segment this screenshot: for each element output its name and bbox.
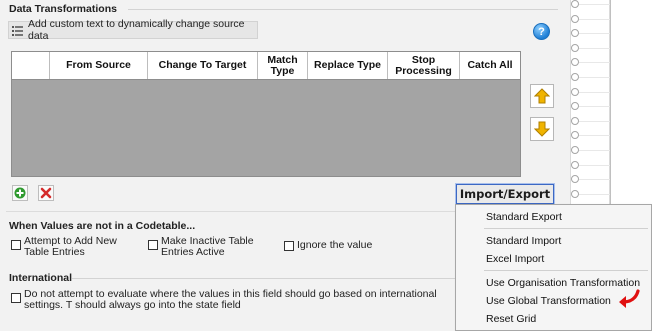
ignore-value-label: Ignore the value	[297, 239, 373, 251]
rail-line	[579, 4, 611, 5]
rail-line	[579, 62, 611, 64]
checkbox-box[interactable]	[11, 240, 21, 250]
rail-node[interactable]	[571, 131, 579, 140]
rail-node[interactable]	[571, 87, 579, 96]
international-title: International	[9, 272, 73, 284]
make-inactive-active-label: Make Inactive Table Entries Active	[161, 235, 254, 258]
make-inactive-active-checkbox[interactable]: Make Inactive Table Entries Active	[148, 236, 268, 258]
move-down-button[interactable]	[530, 117, 554, 141]
international-label: Do not attempt to evaluate where the val…	[24, 288, 437, 311]
delete-row-button[interactable]	[38, 185, 54, 201]
help-icon[interactable]: ?	[533, 23, 550, 40]
grid-header-change-to-target[interactable]: Change To Target	[148, 52, 258, 79]
international-checkbox[interactable]: Do not attempt to evaluate where the val…	[11, 289, 455, 311]
import-export-button[interactable]: Import/Export	[455, 183, 555, 205]
rail-node[interactable]	[571, 175, 579, 184]
import-export-menu: Standard Export Standard Import Excel Im…	[455, 204, 652, 331]
add-icon	[14, 187, 26, 199]
rail-node[interactable]	[571, 116, 579, 125]
rail-line	[579, 193, 611, 195]
rail-line	[579, 47, 611, 49]
rail-line	[579, 18, 611, 20]
rail-line	[579, 150, 611, 151]
section-divider	[72, 278, 456, 279]
grid-header-replace-type[interactable]: Replace Type	[308, 52, 388, 79]
rail-line	[579, 91, 611, 93]
rail-node[interactable]	[571, 160, 579, 169]
ignore-value-checkbox[interactable]: Ignore the value	[284, 240, 372, 251]
rail-node[interactable]	[571, 58, 579, 67]
rail-line	[579, 77, 611, 78]
rail-node[interactable]	[571, 14, 579, 23]
rail-node[interactable]	[571, 29, 579, 38]
menu-item-excel-import[interactable]: Excel Import	[486, 253, 544, 265]
menu-item-standard-import[interactable]: Standard Import	[486, 235, 561, 247]
menu-separator	[484, 270, 648, 271]
rail-line	[579, 106, 611, 108]
rail-node[interactable]	[571, 0, 579, 8]
rail-line	[579, 164, 611, 166]
menu-item-reset-grid[interactable]: Reset Grid	[486, 313, 536, 325]
rail-node[interactable]	[571, 43, 579, 52]
dynamic-text-button-label: Add custom text to dynamically change so…	[28, 18, 245, 42]
codetable-title: When Values are not in a Codetable...	[9, 220, 196, 232]
arrow-down-icon	[533, 121, 551, 137]
grid-header-match-type[interactable]: Match Type	[258, 52, 308, 79]
dynamic-text-button[interactable]: Add custom text to dynamically change so…	[8, 18, 258, 42]
grid-header: From Source Change To Target Match Type …	[12, 52, 520, 80]
attempt-add-new-label: Attempt to Add New Table Entries	[24, 235, 117, 258]
list-icon	[12, 25, 23, 36]
menu-item-use-global-transformation[interactable]: Use Global Transformation	[486, 295, 611, 307]
attempt-add-new-checkbox[interactable]: Attempt to Add New Table Entries	[11, 236, 136, 258]
delete-icon	[40, 187, 52, 199]
rail-line	[579, 120, 611, 122]
menu-separator	[484, 228, 648, 229]
grid-header-catch-all[interactable]: Catch All	[460, 52, 520, 79]
arrow-up-icon	[533, 88, 551, 104]
rail-line	[579, 135, 611, 137]
transformations-grid[interactable]: From Source Change To Target Match Type …	[11, 51, 521, 177]
rail-node[interactable]	[571, 189, 579, 198]
rail-node[interactable]	[571, 102, 579, 111]
section-divider	[128, 9, 558, 10]
move-up-button[interactable]	[530, 84, 554, 108]
checkbox-box[interactable]	[284, 241, 294, 251]
rail-line	[579, 179, 611, 181]
section-divider	[6, 211, 456, 212]
checkbox-box[interactable]	[148, 240, 158, 250]
add-row-button[interactable]	[12, 185, 28, 201]
menu-item-standard-export[interactable]: Standard Export	[486, 211, 562, 223]
rail-node[interactable]	[571, 73, 579, 81]
checkbox-box[interactable]	[11, 293, 21, 303]
data-transformations-title: Data Transformations	[9, 3, 117, 15]
grid-header-from-source[interactable]: From Source	[50, 52, 148, 79]
rail-node[interactable]	[571, 146, 579, 154]
annotation-arrow-icon	[616, 285, 642, 311]
grid-header-stop-processing[interactable]: Stop Processing	[388, 52, 460, 79]
grid-header-selector[interactable]	[12, 52, 50, 79]
rail-line	[579, 33, 611, 35]
